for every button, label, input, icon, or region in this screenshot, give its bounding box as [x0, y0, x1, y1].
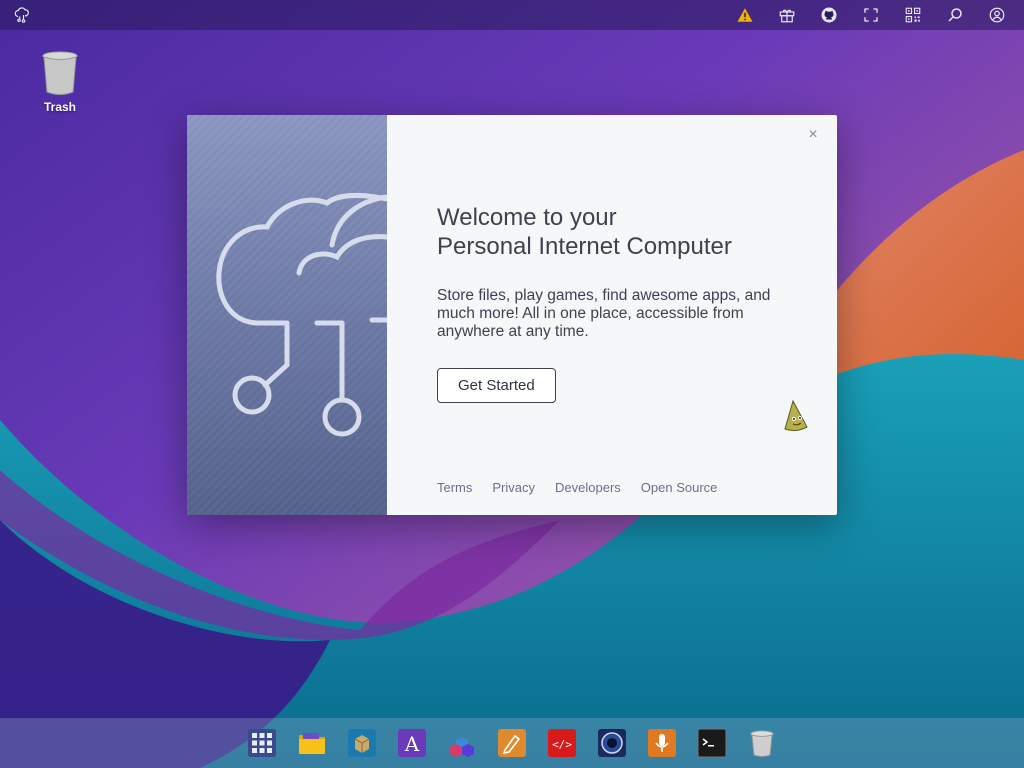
close-button[interactable]: × — [803, 125, 823, 145]
desktop-trash[interactable]: Trash — [30, 50, 90, 114]
get-started-button[interactable]: Get Started — [437, 368, 556, 403]
svg-text:</>: </> — [552, 738, 572, 751]
search-icon[interactable] — [934, 0, 976, 30]
footer-links: Terms Privacy Developers Open Source — [437, 480, 717, 495]
trash-icon — [42, 51, 78, 95]
terms-link[interactable]: Terms — [437, 480, 472, 495]
qr-code-icon[interactable] — [892, 0, 934, 30]
puter-logo-icon[interactable] — [10, 0, 34, 30]
page-title: Welcome to your Personal Internet Comput… — [437, 203, 787, 261]
welcome-illustration — [187, 115, 390, 515]
github-icon[interactable] — [808, 0, 850, 30]
user-icon[interactable] — [976, 0, 1018, 30]
draw-icon[interactable] — [497, 728, 527, 758]
desktop-item-label: Trash — [43, 100, 76, 114]
welcome-content: × Welcome to your Personal Internet Comp… — [387, 115, 837, 515]
editor-icon[interactable]: A — [397, 728, 427, 758]
apps-grid-icon[interactable] — [247, 728, 277, 758]
app-store-icon[interactable] — [347, 728, 377, 758]
privacy-link[interactable]: Privacy — [492, 480, 535, 495]
trash-icon[interactable] — [747, 728, 777, 758]
welcome-dialog: × Welcome to your Personal Internet Comp… — [187, 115, 837, 515]
cloud-network-icon — [216, 193, 390, 437]
files-icon[interactable] — [297, 728, 327, 758]
warning-icon[interactable] — [724, 0, 766, 30]
gift-icon[interactable] — [766, 0, 808, 30]
recorder-icon[interactable] — [647, 728, 677, 758]
terminal-icon[interactable] — [697, 728, 727, 758]
svg-text:A: A — [404, 732, 420, 756]
taskbar-dock: A </> — [0, 718, 1024, 768]
fullscreen-icon[interactable] — [850, 0, 892, 30]
welcome-description: Store files, play games, find awesome ap… — [437, 287, 771, 340]
dev-center-icon[interactable]: </> — [547, 728, 577, 758]
developers-link[interactable]: Developers — [555, 480, 621, 495]
top-menu-bar — [0, 0, 1024, 30]
mascot-icon — [784, 399, 808, 432]
camera-icon[interactable] — [597, 728, 627, 758]
open-source-link[interactable]: Open Source — [641, 480, 718, 495]
blocks-icon[interactable] — [447, 728, 477, 758]
title-line-1: Welcome to your — [437, 204, 617, 231]
title-line-2: Personal Internet Computer — [437, 233, 732, 260]
